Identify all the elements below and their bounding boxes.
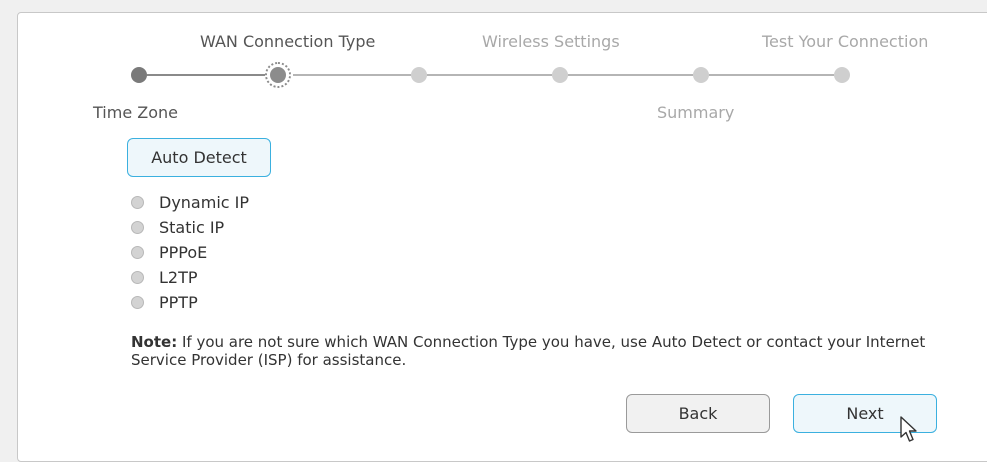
radio-pppoe[interactable]: PPPoE — [131, 243, 207, 262]
radio-static-ip[interactable]: Static IP — [131, 218, 224, 237]
radio-label: L2TP — [159, 268, 198, 287]
step-dot-test-connection — [834, 67, 850, 83]
step-dot-summary — [693, 67, 709, 83]
note-prefix: Note: — [131, 333, 178, 351]
step-label-wireless-settings: Wireless Settings — [482, 32, 620, 51]
help-note: Note: If you are not sure which WAN Conn… — [131, 333, 931, 369]
radio-label: Dynamic IP — [159, 193, 250, 212]
progress-line-4 — [568, 74, 693, 76]
radio-dynamic-ip[interactable]: Dynamic IP — [131, 193, 249, 212]
mouse-pointer-icon — [900, 416, 917, 442]
radio-label: PPPoE — [159, 243, 208, 262]
note-text: If you are not sure which WAN Connection… — [131, 333, 926, 369]
radio-l2tp[interactable]: L2TP — [131, 268, 198, 287]
step-label-test-connection: Test Your Connection — [762, 32, 929, 51]
progress-line-5 — [709, 74, 834, 76]
step-label-summary: Summary — [657, 103, 735, 122]
step-dot-time-zone — [131, 67, 147, 83]
radio-circle-icon[interactable] — [131, 196, 144, 209]
step-label-wan-connection-type: WAN Connection Type — [200, 32, 376, 51]
radio-pptp[interactable]: PPTP — [131, 293, 198, 312]
radio-circle-icon[interactable] — [131, 296, 144, 309]
radio-circle-icon[interactable] — [131, 271, 144, 284]
radio-label: Static IP — [159, 218, 225, 237]
radio-circle-icon[interactable] — [131, 221, 144, 234]
progress-line-2 — [293, 74, 411, 76]
step-dot-3 — [411, 67, 427, 83]
step-label-time-zone: Time Zone — [93, 103, 178, 122]
progress-line-3 — [427, 74, 552, 76]
radio-label: PPTP — [159, 293, 198, 312]
radio-circle-icon[interactable] — [131, 246, 144, 259]
step-dot-wireless-settings — [552, 67, 568, 83]
step-dot-wan-connection-type — [270, 67, 286, 83]
auto-detect-button[interactable]: Auto Detect — [127, 138, 271, 177]
back-button[interactable]: Back — [626, 394, 770, 433]
progress-line-1 — [147, 74, 265, 76]
